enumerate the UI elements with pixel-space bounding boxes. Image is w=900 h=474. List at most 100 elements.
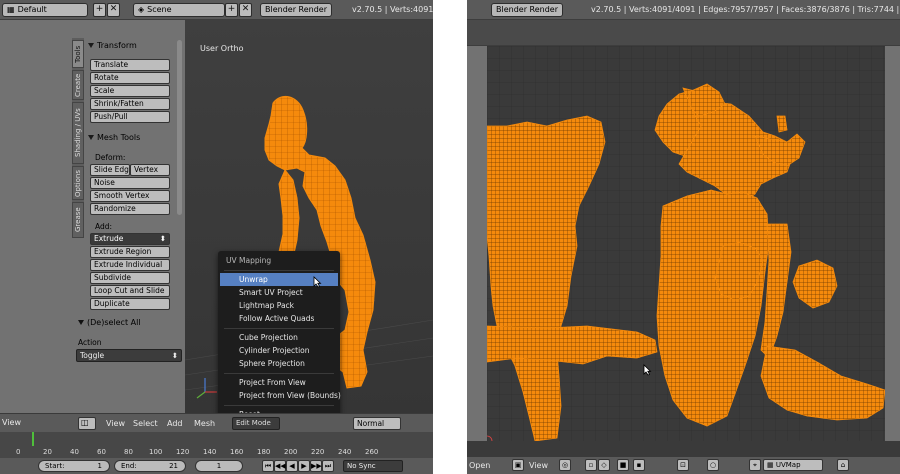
start-frame-field[interactable]: Start: 1 (38, 460, 110, 472)
info-header: Blender Render v2.70.5 | Verts:4091/4091… (467, 0, 900, 20)
current-frame-field[interactable]: 1 (195, 460, 243, 472)
menu-add[interactable]: Add (167, 419, 183, 428)
next-keyframe-button[interactable]: ▶▶ (310, 460, 322, 472)
editor-type-button[interactable]: ◫ (78, 417, 96, 430)
menu-item-project-from-view[interactable]: Project From View (220, 376, 338, 389)
sync-mode-dropdown[interactable]: No Sync (343, 460, 403, 472)
layout-selector[interactable]: ▦ Default (2, 3, 88, 17)
play-button[interactable]: ▶ (298, 460, 310, 472)
uv-menu-title: UV Mapping (226, 256, 272, 265)
mesh-tools-title: Mesh Tools (97, 133, 141, 142)
slide-edge-button[interactable]: Slide Edg (90, 164, 130, 176)
uvmap-label: UVMap (775, 461, 801, 469)
editor-type-icon: ◫ (81, 418, 89, 427)
menu-item-cube-projection[interactable]: Cube Projection (220, 331, 338, 344)
layout-name: Default (17, 5, 47, 14)
face-select-icon[interactable]: ■ (617, 459, 629, 471)
uvmap-selector[interactable]: ▦ UVMap (763, 459, 823, 471)
last-operator-header[interactable]: (De)select All (78, 318, 141, 327)
menu-mesh[interactable]: Mesh (194, 419, 215, 428)
edge-select-icon[interactable]: ◇ (598, 459, 610, 471)
sync-mode-label: No Sync (347, 462, 376, 470)
randomize-button[interactable]: Randomize (90, 203, 170, 215)
tab-grease-pencil[interactable]: Grease Pencil (72, 202, 84, 238)
shading-selector[interactable]: Normal (353, 417, 401, 430)
menu-view[interactable]: View (106, 419, 125, 428)
vertex-select-icon[interactable]: ▫ (585, 459, 597, 471)
uv-editor-top-area: Blender Render v2.70.5 | Verts:4091/4091… (467, 0, 900, 46)
transform-panel-header[interactable]: Transform (88, 41, 137, 50)
frame-number: 240 (338, 448, 352, 456)
pivot-icon[interactable]: ◎ (559, 459, 571, 471)
noise-button[interactable]: Noise (90, 177, 170, 189)
extrude-individual-button[interactable]: Extrude Individual (90, 259, 170, 271)
tool-shelf-scrollbar[interactable] (177, 40, 182, 215)
shading-label: Normal (357, 419, 385, 428)
mode-selector[interactable]: Edit Mode (232, 417, 280, 430)
mesh-tools-panel-header[interactable]: Mesh Tools (88, 133, 140, 142)
frame-number: 220 (311, 448, 325, 456)
uv-islands-canvas (481, 46, 886, 447)
remove-layout-button[interactable]: ✕ (107, 3, 120, 17)
loop-cut-slide-button[interactable]: Loop Cut and Slide (90, 285, 170, 297)
sticky-select-icon[interactable]: ⊡ (677, 459, 689, 471)
tab-create[interactable]: Create (72, 70, 84, 100)
prev-keyframe-button[interactable]: ◀◀ (274, 460, 286, 472)
frame-number: 140 (203, 448, 217, 456)
proportional-edit-icon[interactable]: ○ (707, 459, 719, 471)
transform-title: Transform (97, 41, 137, 50)
smooth-vertex-button[interactable]: Smooth Vertex (90, 190, 170, 202)
extrude-dropdown[interactable]: Extrude ⬍ (90, 233, 170, 245)
remove-scene-button[interactable]: ✕ (239, 3, 252, 17)
frame-number: 60 (97, 448, 106, 456)
play-reverse-button[interactable]: ◀ (286, 460, 298, 472)
menu-item-project-from-view-bounds[interactable]: Project from View (Bounds) (220, 389, 341, 402)
tab-shading-uvs[interactable]: Shading / UVs (72, 102, 84, 164)
extrude-region-button[interactable]: Extrude Region (90, 246, 170, 258)
menu-item-sphere-projection[interactable]: Sphere Projection (220, 357, 338, 370)
jump-start-button[interactable]: ⏮ (262, 460, 274, 472)
tab-options[interactable]: Options (72, 166, 84, 200)
render-engine-selector[interactable]: Blender Render (260, 3, 332, 17)
rotate-button[interactable]: Rotate (90, 72, 170, 84)
jump-end-button[interactable]: ⏭ (322, 460, 334, 472)
menu-item-follow-active-quads[interactable]: Follow Active Quads (220, 312, 338, 325)
frame-number: 20 (43, 448, 52, 456)
slide-vertex-button[interactable]: Vertex (130, 164, 170, 176)
current-frame-marker (32, 432, 34, 446)
uv-editor-bottom-gap (467, 441, 900, 457)
scene-selector[interactable]: ◈ Scene (133, 3, 225, 17)
open-button[interactable]: Open (469, 461, 490, 470)
push-pull-button[interactable]: Push/Pull (90, 111, 170, 123)
render-engine-label: Blender Render (265, 5, 328, 14)
add-layout-button[interactable]: + (93, 3, 106, 17)
translate-button[interactable]: Translate (90, 59, 170, 71)
menu-separator (224, 270, 334, 271)
shrink-fatten-button[interactable]: Shrink/Fatten (90, 98, 170, 110)
island-select-icon[interactable]: ▪ (633, 459, 645, 471)
snap-icon[interactable]: ⌖ (749, 459, 761, 471)
action-value: Toggle (80, 351, 105, 360)
subdivide-button[interactable]: Subdivide (90, 272, 170, 284)
action-dropdown[interactable]: Toggle ⬍ (76, 349, 182, 362)
menu-separator (224, 328, 334, 329)
render-engine-selector[interactable]: Blender Render (491, 3, 563, 17)
duplicate-button[interactable]: Duplicate (90, 298, 170, 310)
pin-icon[interactable]: ⌂ (837, 459, 849, 471)
menu-select[interactable]: Select (133, 419, 158, 428)
editor-type-icon[interactable]: ▣ (512, 459, 524, 471)
scale-button[interactable]: Scale (90, 85, 170, 97)
frame-number: 260 (365, 448, 379, 456)
uv-editor-canvas[interactable] (481, 46, 886, 447)
menu-item-lightmap-pack[interactable]: Lightmap Pack (220, 299, 338, 312)
dropdown-arrows-icon: ⬍ (171, 351, 178, 360)
end-frame-field[interactable]: End: 21 (114, 460, 186, 472)
tab-tools[interactable]: Tools (72, 40, 84, 68)
scene-stats: v2.70.5 | Verts:4091/4091 | Edges:7957/7… (591, 5, 900, 14)
menu-item-cylinder-projection[interactable]: Cylinder Projection (220, 344, 338, 357)
frame-number: 200 (284, 448, 298, 456)
add-scene-button[interactable]: + (225, 3, 238, 17)
end-value: 21 (169, 462, 178, 470)
menu-view[interactable]: View (529, 461, 548, 470)
view-menu-left[interactable]: View (2, 418, 21, 427)
